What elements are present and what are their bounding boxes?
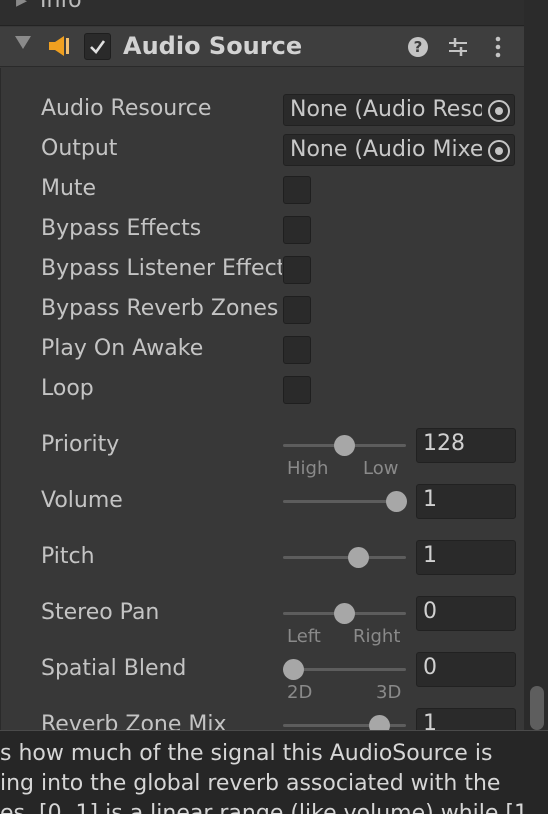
component-title: Audio Source	[123, 32, 303, 60]
stereo-pan-slider-thumb[interactable]	[334, 603, 355, 624]
play-on-awake-checkbox[interactable]	[283, 336, 311, 364]
stereo-pan-value-field[interactable]: 0	[416, 596, 516, 631]
bypass-listener-effects-checkbox[interactable]	[283, 256, 311, 284]
bypass-reverb-zones-label: Bypass Reverb Zones	[41, 296, 279, 321]
bypass-reverb-zones-checkbox[interactable]	[283, 296, 311, 324]
previous-component-title: Info	[40, 0, 82, 13]
output-label: Output	[41, 136, 118, 161]
spatial-blend-3d-hint: 3D	[376, 682, 402, 703]
priority-label: Priority	[41, 432, 120, 457]
bypass-effects-checkbox[interactable]	[283, 216, 311, 244]
checkmark-icon	[90, 40, 106, 54]
stereo-pan-left-hint: Left	[287, 626, 321, 647]
output-field[interactable]: None (Audio Mixer Group)	[283, 134, 515, 166]
priority-slider-thumb[interactable]	[334, 435, 355, 456]
svg-text:?: ?	[414, 38, 423, 56]
audio-resource-label: Audio Resource	[41, 96, 212, 121]
scrollbar-thumb[interactable]	[530, 686, 544, 730]
spatial-blend-slider-thumb[interactable]	[282, 659, 304, 680]
component-header[interactable]: Audio Source ?	[0, 27, 524, 67]
component-enabled-checkbox[interactable]	[84, 33, 111, 60]
mute-checkbox[interactable]	[283, 176, 311, 204]
help-icon[interactable]: ?	[406, 35, 430, 59]
foldout-arrow-icon[interactable]: ▸	[16, 0, 27, 13]
more-options-icon[interactable]	[486, 35, 510, 59]
spatial-blend-label: Spatial Blend	[41, 656, 187, 681]
spatial-blend-value-field[interactable]: 0	[416, 652, 516, 687]
loop-checkbox[interactable]	[283, 376, 311, 404]
tooltip-line: s how much of the signal this AudioSourc…	[0, 741, 493, 766]
volume-label: Volume	[41, 488, 123, 513]
vertical-scrollbar[interactable]	[524, 0, 548, 730]
stereo-pan-label: Stereo Pan	[41, 600, 160, 625]
audio-resource-value: None (Audio Resource)	[290, 97, 482, 122]
play-on-awake-label: Play On Awake	[41, 336, 204, 361]
priority-max-hint: Low	[363, 458, 399, 479]
mute-label: Mute	[41, 176, 97, 201]
spatial-blend-2d-hint: 2D	[287, 682, 313, 703]
object-picker-icon[interactable]	[488, 100, 510, 122]
tooltip-line: ing into the global reverb associated wi…	[0, 771, 501, 796]
presets-icon[interactable]	[446, 35, 470, 59]
audio-speaker-icon	[49, 36, 69, 56]
tooltip: s how much of the signal this AudioSourc…	[0, 730, 548, 814]
priority-value-field[interactable]: 128	[416, 428, 516, 463]
pitch-slider-track[interactable]	[283, 556, 406, 559]
audio-resource-field[interactable]: None (Audio Resource)	[283, 94, 515, 126]
priority-min-hint: High	[287, 458, 329, 479]
loop-label: Loop	[41, 376, 94, 401]
pitch-label: Pitch	[41, 544, 95, 569]
stereo-pan-right-hint: Right	[353, 626, 401, 647]
foldout-arrow-icon[interactable]	[15, 36, 31, 49]
object-picker-icon[interactable]	[488, 140, 510, 162]
previous-component-header: ▸ Info	[0, 0, 524, 26]
tooltip-line: es. [0, 1] is a linear range (like volum…	[0, 801, 528, 814]
bypass-effects-label: Bypass Effects	[41, 216, 202, 241]
pitch-value-field[interactable]: 1	[416, 540, 516, 575]
volume-slider-thumb[interactable]	[385, 491, 407, 512]
volume-value-field[interactable]: 1	[416, 484, 516, 519]
output-value: None (Audio Mixer Group)	[290, 137, 482, 162]
bypass-listener-effects-label: Bypass Listener Effects	[41, 256, 282, 281]
